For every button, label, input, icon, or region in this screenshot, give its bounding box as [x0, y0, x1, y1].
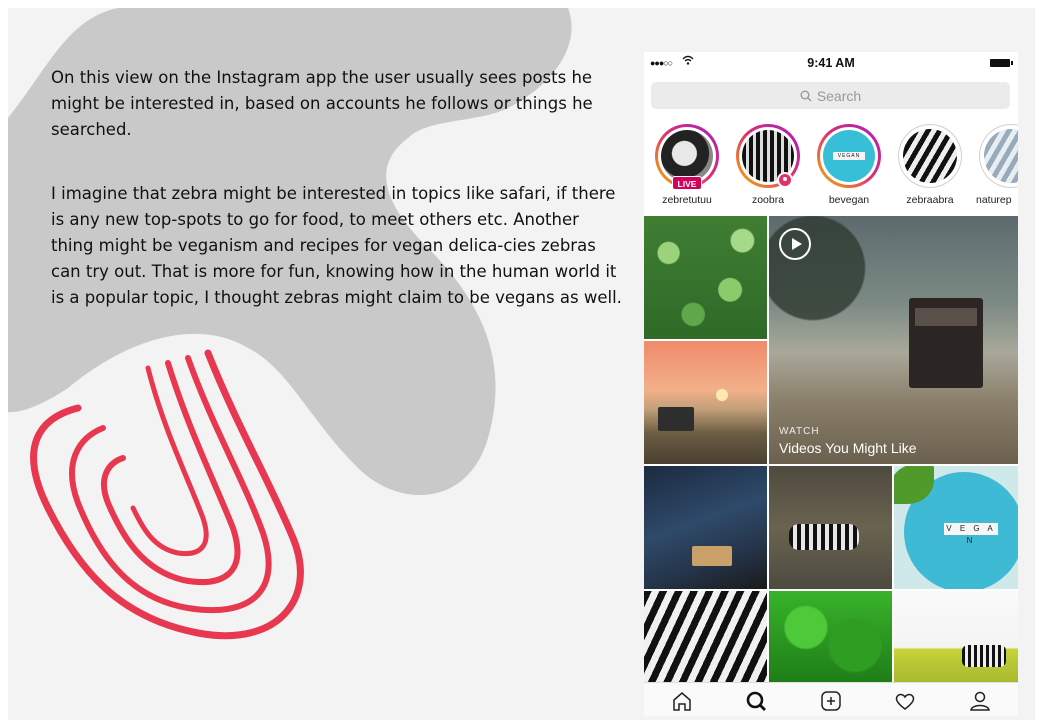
status-bar: ●●●○○ 9:41 AM	[644, 52, 1018, 74]
story-ring	[898, 124, 962, 188]
story-naturep[interactable]: naturep	[976, 124, 1018, 212]
story-bevegan[interactable]: VEGAN bevegan	[814, 124, 884, 212]
story-username: zoobra	[751, 194, 785, 206]
story-zebraabra[interactable]: zebraabra	[895, 124, 965, 212]
avatar-vegan-text: VEGAN	[833, 152, 865, 160]
profile-icon[interactable]	[966, 687, 994, 715]
add-post-icon[interactable]	[817, 687, 845, 715]
post-vegan-plate[interactable]: V E G A N	[894, 466, 1018, 589]
instagram-explore-screen: ●●●○○ 9:41 AM Search LIVE zebretutuu zoo…	[644, 52, 1018, 716]
avatar: VEGAN	[823, 130, 875, 182]
post-zebra-closeup[interactable]	[644, 591, 767, 682]
story-username: zebretutuu	[662, 194, 712, 206]
story-zebretutuu[interactable]: LIVE zebretutuu	[652, 124, 722, 212]
post-green-leaves[interactable]	[769, 591, 892, 682]
story-zoobra[interactable]: zoobra	[733, 124, 803, 212]
story-ring: VEGAN	[817, 124, 881, 188]
post-night-sky[interactable]	[644, 466, 767, 589]
avatar	[984, 129, 1018, 183]
home-icon[interactable]	[668, 687, 696, 715]
video-watch-label: WATCH	[779, 426, 820, 437]
description-paragraph-1: On this view on the Instagram app the us…	[51, 68, 593, 139]
description-paragraph-2: I imagine that zebra might be interested…	[51, 184, 622, 307]
video-tile[interactable]: WATCH Videos You Might Like	[769, 216, 1018, 464]
post-safari-sunset[interactable]	[644, 341, 767, 464]
video-title: Videos You Might Like	[779, 440, 917, 456]
plate-vegan-text: V E G A N	[944, 523, 998, 545]
avatar	[661, 130, 713, 182]
search-bar[interactable]: Search	[651, 82, 1010, 109]
status-time: 9:41 AM	[807, 56, 855, 70]
story-ring	[979, 124, 1018, 188]
battery-icon	[990, 59, 1013, 67]
live-badge: LIVE	[672, 176, 702, 190]
post-zebras-field[interactable]	[894, 591, 1018, 682]
search-icon[interactable]	[742, 687, 770, 715]
post-lettuce[interactable]	[644, 216, 767, 339]
story-username: zebraabra	[906, 194, 954, 206]
tab-bar	[644, 682, 1018, 716]
explore-grid: WATCH Videos You Might Like V E G A N	[644, 216, 1018, 682]
stories-tray: LIVE zebretutuu zoobra VEGAN bevegan zeb…	[644, 124, 1018, 212]
play-icon[interactable]	[779, 228, 811, 260]
search-placeholder: Search	[816, 87, 862, 104]
search-icon	[800, 90, 812, 101]
slide-canvas: On this view on the Instagram app the us…	[8, 8, 1035, 720]
location-pin-icon	[777, 172, 793, 188]
heart-icon[interactable]	[891, 687, 919, 715]
story-username: naturep	[976, 194, 1012, 206]
avatar	[903, 129, 957, 183]
post-zebra-water[interactable]	[769, 466, 892, 589]
story-username: bevegan	[828, 194, 870, 206]
